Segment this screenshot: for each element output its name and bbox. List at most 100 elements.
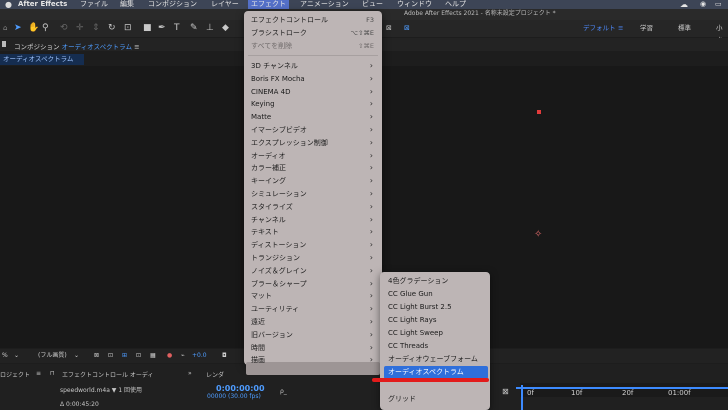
menu-window[interactable]: ウィンドウ [397,0,432,9]
effect-menu-item[interactable]: チャンネル › [251,214,379,226]
menubar-app-name[interactable]: After Effects [18,0,67,9]
effect-menu-item[interactable]: 遠近 › [251,316,379,328]
menu-animation[interactable]: アニメーション [300,0,349,9]
effect-menu-item[interactable]: マット › [251,290,379,302]
lock-icon[interactable]: ⊓ [50,370,55,377]
project-panel-menu-icon[interactable]: ≡ [36,370,41,377]
submenu-item[interactable]: 4色グラデーション [388,275,448,287]
zoom-dropdown[interactable]: % [2,351,8,361]
menu-edit[interactable]: 編集 [120,0,134,9]
effect-menu-item[interactable]: エクスプレッション制御 › [251,137,379,149]
wifi-icon[interactable]: ◉ [700,0,706,9]
workspace-menu-icon[interactable]: ≡ [618,22,623,34]
anchor-point-icon[interactable]: ✧ [534,229,542,241]
effect-menu-item[interactable]: ノイズ＆グレイン › [251,265,379,277]
exposure-value[interactable]: +0.0 [192,351,207,361]
submenu-item[interactable]: CC Light Burst 2.5 [388,301,452,313]
snapshot-camera-icon[interactable]: ◘ [222,351,227,361]
panel-overflow-icon[interactable]: » [188,370,192,377]
guides-icon[interactable]: ⊞ [122,351,127,361]
effect-menu-item[interactable]: 時間 › [251,342,379,354]
layer-handle[interactable] [537,110,541,114]
region-of-interest-icon[interactable]: ⊡ [108,351,113,361]
control-center-icon[interactable]: ▭ [715,0,722,9]
effect-menu-item[interactable]: シミュレーション › [251,188,379,200]
menu-file[interactable]: ファイル [80,0,108,9]
effect-menu-item[interactable]: CINEMA 4D › [251,86,379,98]
menu-help[interactable]: ヘルプ [445,0,466,9]
effect-menu-item[interactable]: エフェクトコントロール F3 [251,14,379,26]
panel-menu-icon[interactable]: ≡ [134,43,139,51]
transparency-grid-icon[interactable]: ⊠ [94,351,99,361]
effect-menu-item[interactable]: Keying › [251,98,379,110]
workspace-learn[interactable]: 学習 [640,22,653,34]
effect-menu-item[interactable]: カラー補正 › [251,162,379,174]
effect-menu-item[interactable]: ディストーション › [251,239,379,251]
submenu-item[interactable]: CC Light Sweep [388,327,443,339]
pan-behind-tool-icon[interactable]: ⊡ [124,22,132,34]
composition-tab[interactable]: コンポジション オーディオスペクトラム ≡ [14,41,140,51]
graph-editor-icon[interactable]: ⊠ [502,387,509,396]
menu-item-label: キーイング [251,177,286,186]
render-queue-tab[interactable]: レンダ [206,370,224,379]
workspace-standard[interactable]: 標準 [678,22,691,34]
effect-controls-tab[interactable]: エフェクトコントロール オーディ [62,370,154,379]
selection-tool-icon[interactable]: ➤ [14,22,22,34]
submenu-item[interactable]: オーディオウェーブフォーム [388,353,478,365]
color-management-icon[interactable]: ⌁ [181,351,185,361]
zoom-tool-icon[interactable]: ⚲ [42,22,49,34]
rectangle-tool-icon[interactable]: ■ [143,22,152,34]
snap-toggle-icon[interactable]: ⊠ [404,22,410,34]
workspace-default[interactable]: デフォルト [583,22,616,34]
effect-menu-item[interactable]: ブラシストローク ⌥⇧⌘E [251,27,379,39]
chevron-down-icon[interactable]: ⌄ [14,351,19,361]
effect-menu-item[interactable]: Matte › [251,111,379,123]
effect-menu-item[interactable]: キーイング › [251,175,379,187]
menu-view[interactable]: ビュー [362,0,383,9]
color-channels-icon[interactable]: ● [167,351,172,361]
chevron-down-icon[interactable]: ⌄ [74,351,79,361]
effect-menu-item[interactable]: テキスト › [251,226,379,238]
effect-menu-item[interactable]: ユーティリティ › [251,303,379,315]
rotate-tool-icon[interactable]: ↻ [108,22,116,34]
effect-menu-item[interactable]: スタイライズ › [251,201,379,213]
effect-menu-item[interactable]: 旧バージョン › [251,329,379,341]
resolution-dropdown[interactable]: (フル画質) [38,351,67,361]
effect-menu-item[interactable]: 描画 › [251,354,379,366]
project-tab[interactable]: ロジェクト [0,370,30,379]
snapping-icon[interactable]: ⊠ [386,22,392,34]
brush-tool-icon[interactable]: ✎ [190,22,198,34]
home-icon[interactable]: ⌂ [3,22,7,34]
orbit-tool-icon[interactable]: ⟲ [60,22,68,34]
grid-icon[interactable]: ▦ [150,351,156,361]
menu-effect[interactable]: エフェクト [248,0,289,9]
chevron-right-icon: › [369,342,373,352]
effect-menu-item[interactable]: トランジション › [251,252,379,264]
apple-icon[interactable]: ● [5,0,12,9]
effect-menu-item[interactable]: イマーシブビデオ › [251,124,379,136]
current-timecode[interactable]: 0:00:00:00 [216,384,265,393]
menu-layer[interactable]: レイヤー [211,0,239,9]
pen-tool-icon[interactable]: ✒ [158,22,166,34]
panel-lock-icon[interactable] [2,41,6,47]
composition-subtab[interactable]: オーディオスペクトラム [0,54,84,65]
effect-menu-item[interactable]: ブラー＆シャープ › [251,278,379,290]
submenu-item[interactable]: CC Glue Gun [388,288,433,300]
timeline-search-input[interactable]: ρ_ [280,388,287,395]
dolly-tool-icon[interactable]: ⇕ [92,22,100,34]
effect-menu-item[interactable]: オーディオ › [251,150,379,162]
clone-stamp-tool-icon[interactable]: ⊥ [206,22,214,34]
submenu-item[interactable]: CC Light Rays [388,314,436,326]
eraser-tool-icon[interactable]: ◆ [222,22,229,34]
type-tool-icon[interactable]: T [174,22,180,34]
cloud-icon[interactable]: ☁ [680,0,688,9]
submenu-item[interactable]: CC Threads [388,340,428,352]
hand-tool-icon[interactable]: ✋ [28,22,39,34]
playhead[interactable] [521,385,523,410]
submenu-item[interactable]: グリッド [388,393,416,405]
effect-menu-item[interactable]: Boris FX Mocha › [251,73,379,85]
mask-visibility-icon[interactable]: ⊡ [136,351,141,361]
pan-tool-icon[interactable]: ✛ [76,22,84,34]
effect-menu-item[interactable]: 3D チャンネル › [251,60,379,72]
menu-composition[interactable]: コンポジション [148,0,197,9]
